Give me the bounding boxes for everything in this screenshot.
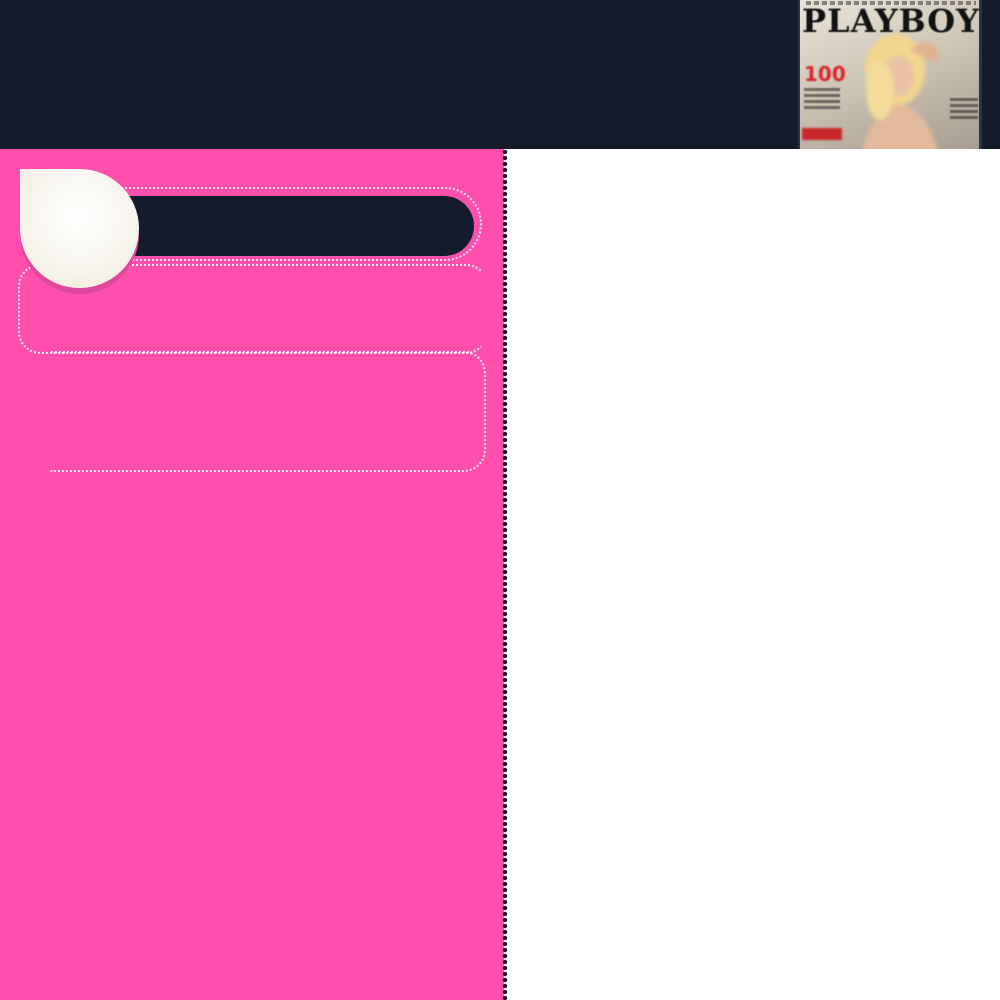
cover-title: PLAYBOY <box>802 2 980 40</box>
cover-issue-number: 100 <box>804 62 846 86</box>
top-banner: PLAYBOY 100 <box>0 0 1000 149</box>
cover-red-strip <box>802 128 842 140</box>
content-box-second <box>50 351 486 472</box>
right-panel <box>508 149 1000 1000</box>
cover-blurb-left <box>804 88 840 110</box>
page: PLAYBOY 100 <box>0 0 1000 1000</box>
magazine-cover-image[interactable]: PLAYBOY 100 <box>798 0 982 149</box>
avatar-badge-icon[interactable] <box>20 169 139 288</box>
cover-blurb-right <box>950 98 978 120</box>
